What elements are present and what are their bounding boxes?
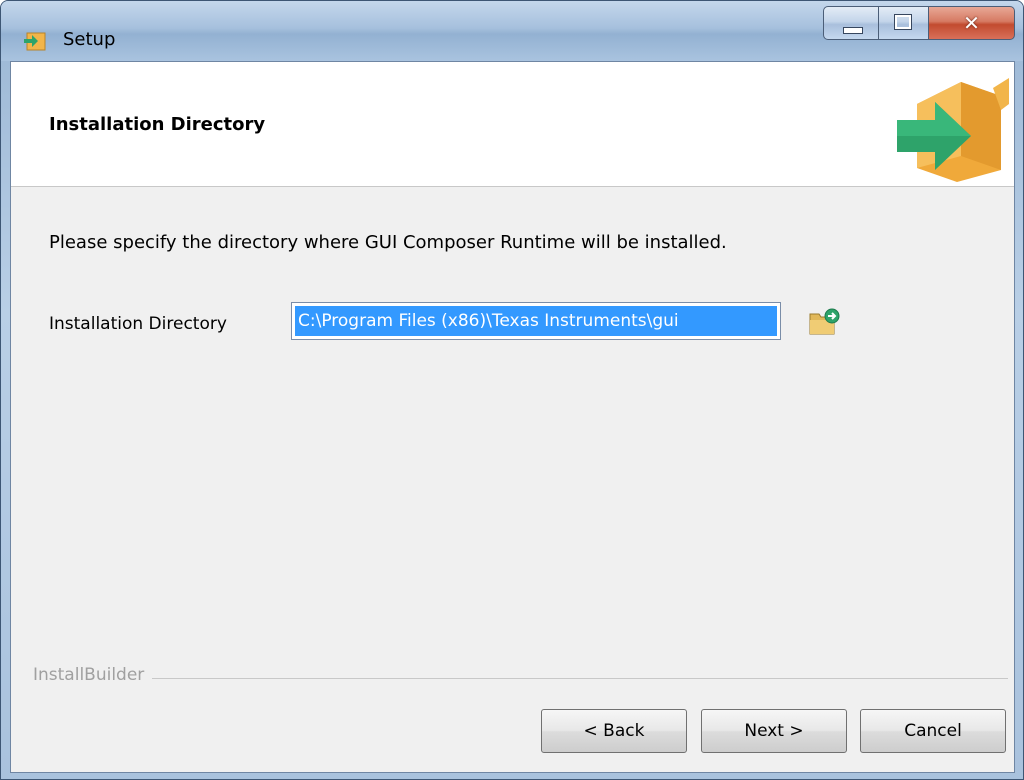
close-button[interactable]: ✕: [929, 6, 1015, 40]
setup-window: Setup ✕ Installation Directory Please sp…: [0, 0, 1024, 780]
setup-app-icon: [24, 32, 46, 51]
maximize-icon: [894, 14, 912, 30]
minimize-icon: [843, 27, 863, 34]
back-button[interactable]: < Back: [541, 709, 687, 753]
directory-input-value: C:\Program Files (x86)\Texas Instruments…: [295, 306, 777, 336]
installbuilder-label: InstallBuilder: [33, 665, 153, 685]
directory-label: Installation Directory: [49, 314, 227, 334]
title-bar[interactable]: Setup ✕: [1, 1, 1023, 61]
caption-buttons: ✕: [823, 6, 1018, 42]
window-title: Setup: [63, 29, 116, 50]
directory-input[interactable]: C:\Program Files (x86)\Texas Instruments…: [291, 302, 781, 340]
footer-divider: [33, 678, 1008, 679]
maximize-button[interactable]: [879, 6, 929, 40]
cancel-button[interactable]: Cancel: [860, 709, 1006, 753]
minimize-button[interactable]: [823, 6, 879, 40]
next-button[interactable]: Next >: [701, 709, 847, 753]
close-icon: ✕: [963, 11, 980, 35]
instruction-text: Please specify the directory where GUI C…: [49, 232, 727, 253]
folder-browse-icon[interactable]: [808, 306, 840, 338]
installer-box-arrow-icon: [897, 78, 1009, 182]
dialog-body: Installation Directory Please specify th…: [10, 61, 1015, 773]
page-title: Installation Directory: [49, 114, 266, 135]
header-panel: Installation Directory: [11, 62, 1014, 187]
